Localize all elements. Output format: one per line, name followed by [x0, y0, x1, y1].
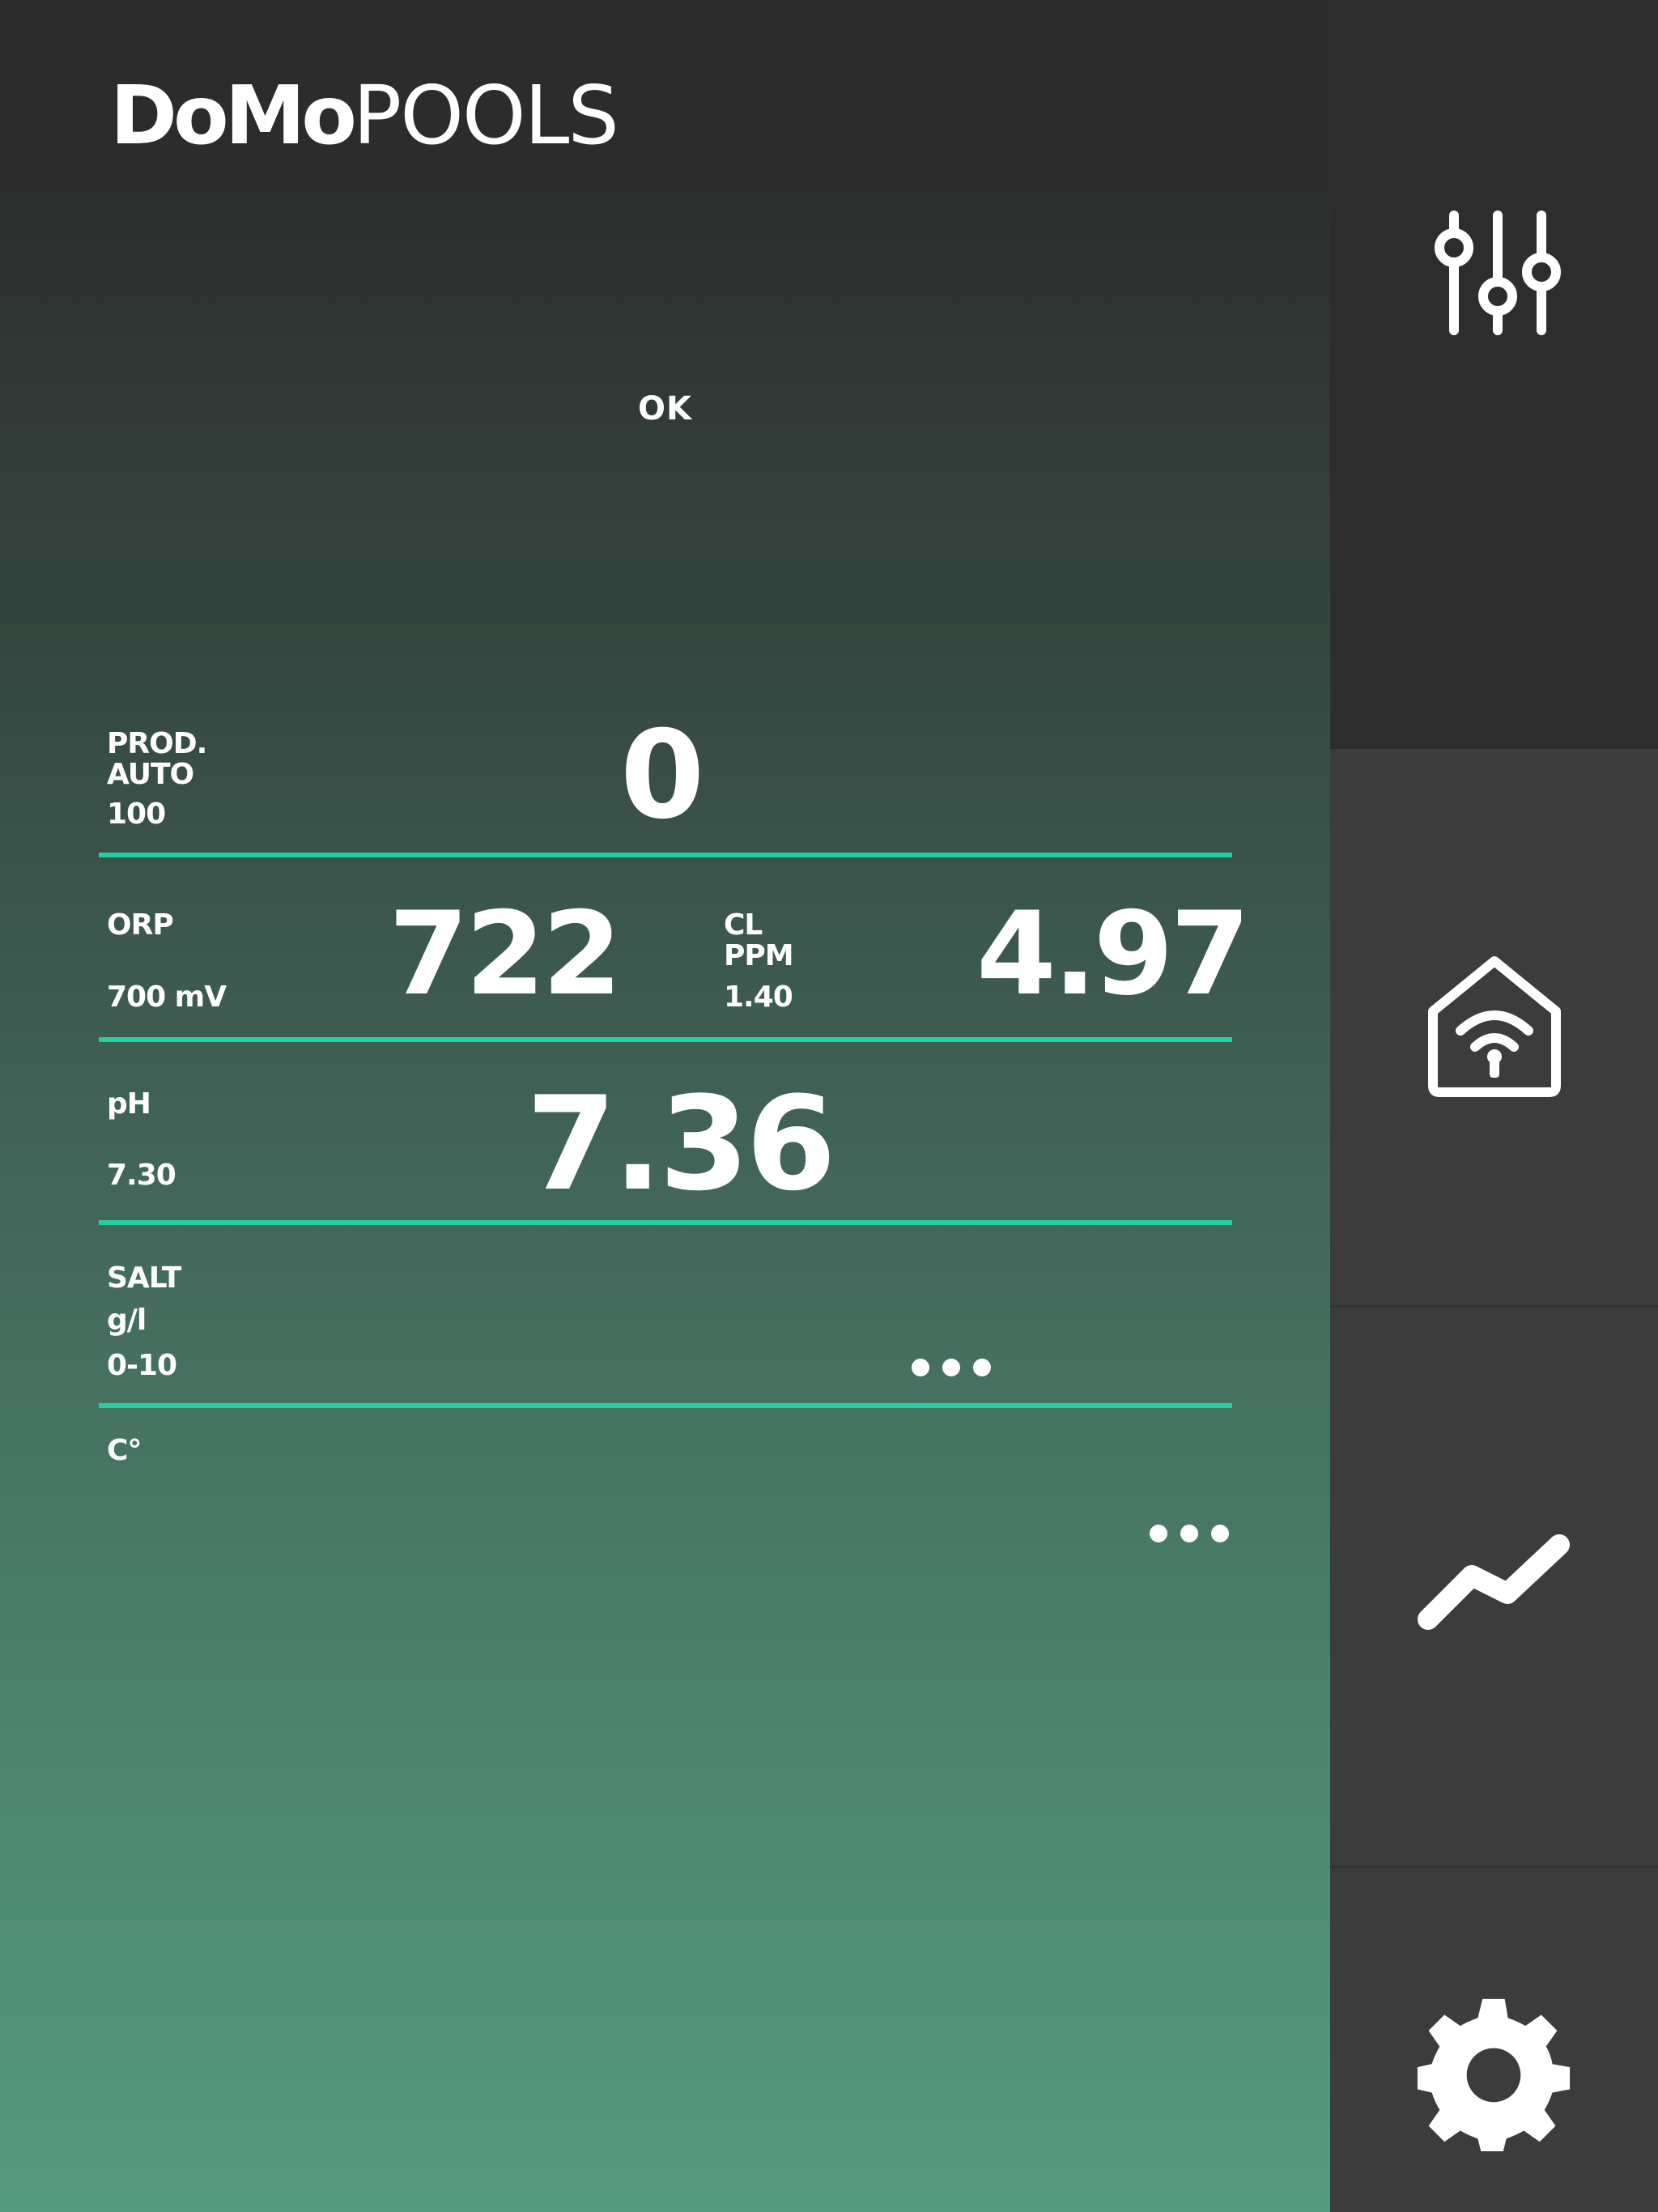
temperature-label[interactable]: C°	[107, 1436, 142, 1466]
sidebar-item-settings[interactable]	[1330, 1868, 1658, 2212]
sidebar-item-controls[interactable]	[1330, 0, 1658, 749]
prod-label[interactable]: PROD. AUTO	[107, 727, 207, 791]
ph-value: 7.36	[526, 1068, 836, 1219]
sidebar-item-smart-home[interactable]	[1330, 749, 1658, 1308]
app-root: DoMoPOOLS OK PROD. AUTO 100 0 ORP 700 mV…	[0, 0, 1658, 2212]
cl-label[interactable]: CL PPM	[724, 908, 794, 972]
salt-loading-indicator	[912, 1347, 1004, 1385]
temperature-loading-indicator	[1150, 1513, 1242, 1551]
salt-label[interactable]: SALT g/l	[107, 1263, 181, 1336]
orp-value: 722	[389, 887, 622, 1021]
prod-label-line1: PROD.	[107, 727, 207, 760]
orp-setpoint: 700 mV	[107, 981, 227, 1014]
brand-logo: DoMoPOOLS	[110, 68, 619, 163]
logo-bold-text: DoMo	[110, 68, 357, 163]
cl-value: 4.97	[976, 887, 1250, 1021]
ph-label[interactable]: pH	[107, 1089, 151, 1120]
logo-light-text: POOLS	[352, 68, 619, 163]
cl-label-line2: PPM	[724, 939, 794, 972]
status-text: OK	[638, 390, 692, 428]
prod-value: 0	[620, 705, 704, 846]
orp-label[interactable]: ORP	[107, 910, 174, 941]
row-divider	[99, 1037, 1232, 1042]
sidebar	[1330, 0, 1658, 2212]
salt-label-line1: SALT	[107, 1261, 181, 1295]
trend-chart-icon	[1414, 1529, 1575, 1645]
ph-setpoint: 7.30	[107, 1159, 176, 1192]
salt-range: 0-10	[107, 1349, 177, 1382]
gear-icon	[1414, 1993, 1573, 2155]
row-divider	[99, 853, 1232, 857]
smart-home-wifi-icon	[1422, 953, 1567, 1102]
row-divider	[99, 1403, 1232, 1408]
cl-label-line1: CL	[724, 908, 763, 942]
salt-label-line2: g/l	[107, 1304, 147, 1337]
prod-label-line2: AUTO	[107, 758, 194, 791]
sliders-icon	[1433, 209, 1562, 342]
prod-setpoint: 100	[107, 798, 166, 831]
cl-setpoint: 1.40	[724, 981, 793, 1014]
sidebar-item-trends[interactable]	[1330, 1308, 1658, 1868]
row-divider	[99, 1220, 1232, 1225]
